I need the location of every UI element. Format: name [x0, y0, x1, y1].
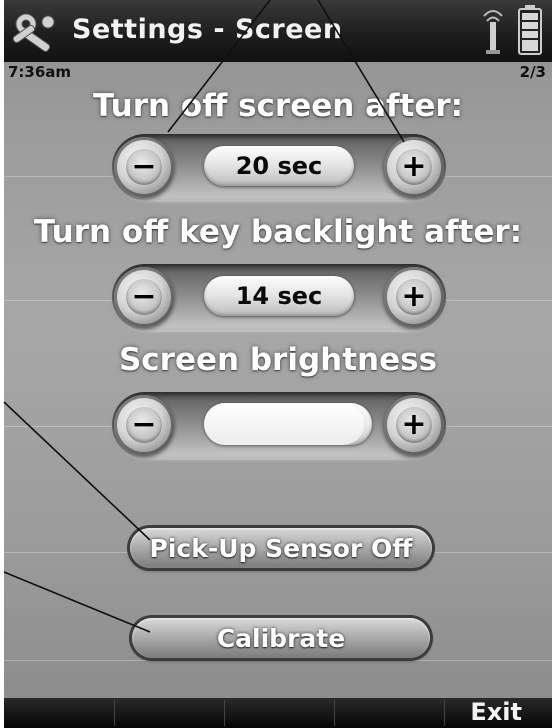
plus-icon: +: [396, 407, 432, 443]
softkey-divider: [334, 700, 335, 726]
key-backlight-increase-button[interactable]: +: [384, 267, 444, 327]
brightness-decrease-button[interactable]: −: [114, 395, 174, 455]
screen-timeout-label: Turn off screen after:: [92, 88, 464, 124]
key-backlight-decrease-button[interactable]: −: [114, 267, 174, 327]
screen-timeout-decrease-button[interactable]: −: [114, 137, 174, 197]
battery-icon: [518, 5, 542, 55]
key-backlight-stepper: − 14 sec +: [112, 264, 446, 330]
page-indicator: 2/3: [519, 63, 546, 81]
minus-icon: −: [126, 407, 162, 443]
panel-divider: [4, 660, 552, 661]
screen-timeout-value: 20 sec: [204, 146, 354, 186]
softkey-divider: [224, 700, 225, 726]
brightness-stepper: − +: [112, 392, 446, 458]
clock-time: 7:36am: [8, 63, 72, 81]
pickup-sensor-button[interactable]: Pick-Up Sensor Off: [130, 528, 432, 568]
plus-icon: +: [396, 279, 432, 315]
page-title: Settings - Screen: [72, 14, 343, 45]
screen-timeout-increase-button[interactable]: +: [384, 137, 444, 197]
calibrate-button[interactable]: Calibrate: [132, 618, 430, 658]
key-backlight-label: Turn off key backlight after:: [33, 214, 523, 250]
tools-icon: [12, 13, 55, 52]
exit-softkey[interactable]: Exit: [470, 698, 522, 726]
softkey-divider: [114, 700, 115, 726]
brightness-slider[interactable]: [204, 403, 372, 445]
plus-icon: +: [396, 149, 432, 185]
antenna-icon: [483, 10, 503, 54]
screen-timeout-stepper: − 20 sec +: [112, 134, 446, 200]
softkey-divider: [444, 700, 445, 726]
brightness-level-fill: [204, 403, 364, 445]
brightness-increase-button[interactable]: +: [384, 395, 444, 455]
title-bar: Settings - Screen: [4, 0, 552, 62]
brightness-label: Screen brightness: [118, 342, 438, 378]
minus-icon: −: [126, 279, 162, 315]
key-backlight-value: 14 sec: [204, 276, 354, 316]
softkey-bar: Exit: [4, 698, 552, 728]
minus-icon: −: [126, 149, 162, 185]
device-screen: Settings - Screen 7:36am 2/3 Turn off sc…: [4, 0, 552, 728]
